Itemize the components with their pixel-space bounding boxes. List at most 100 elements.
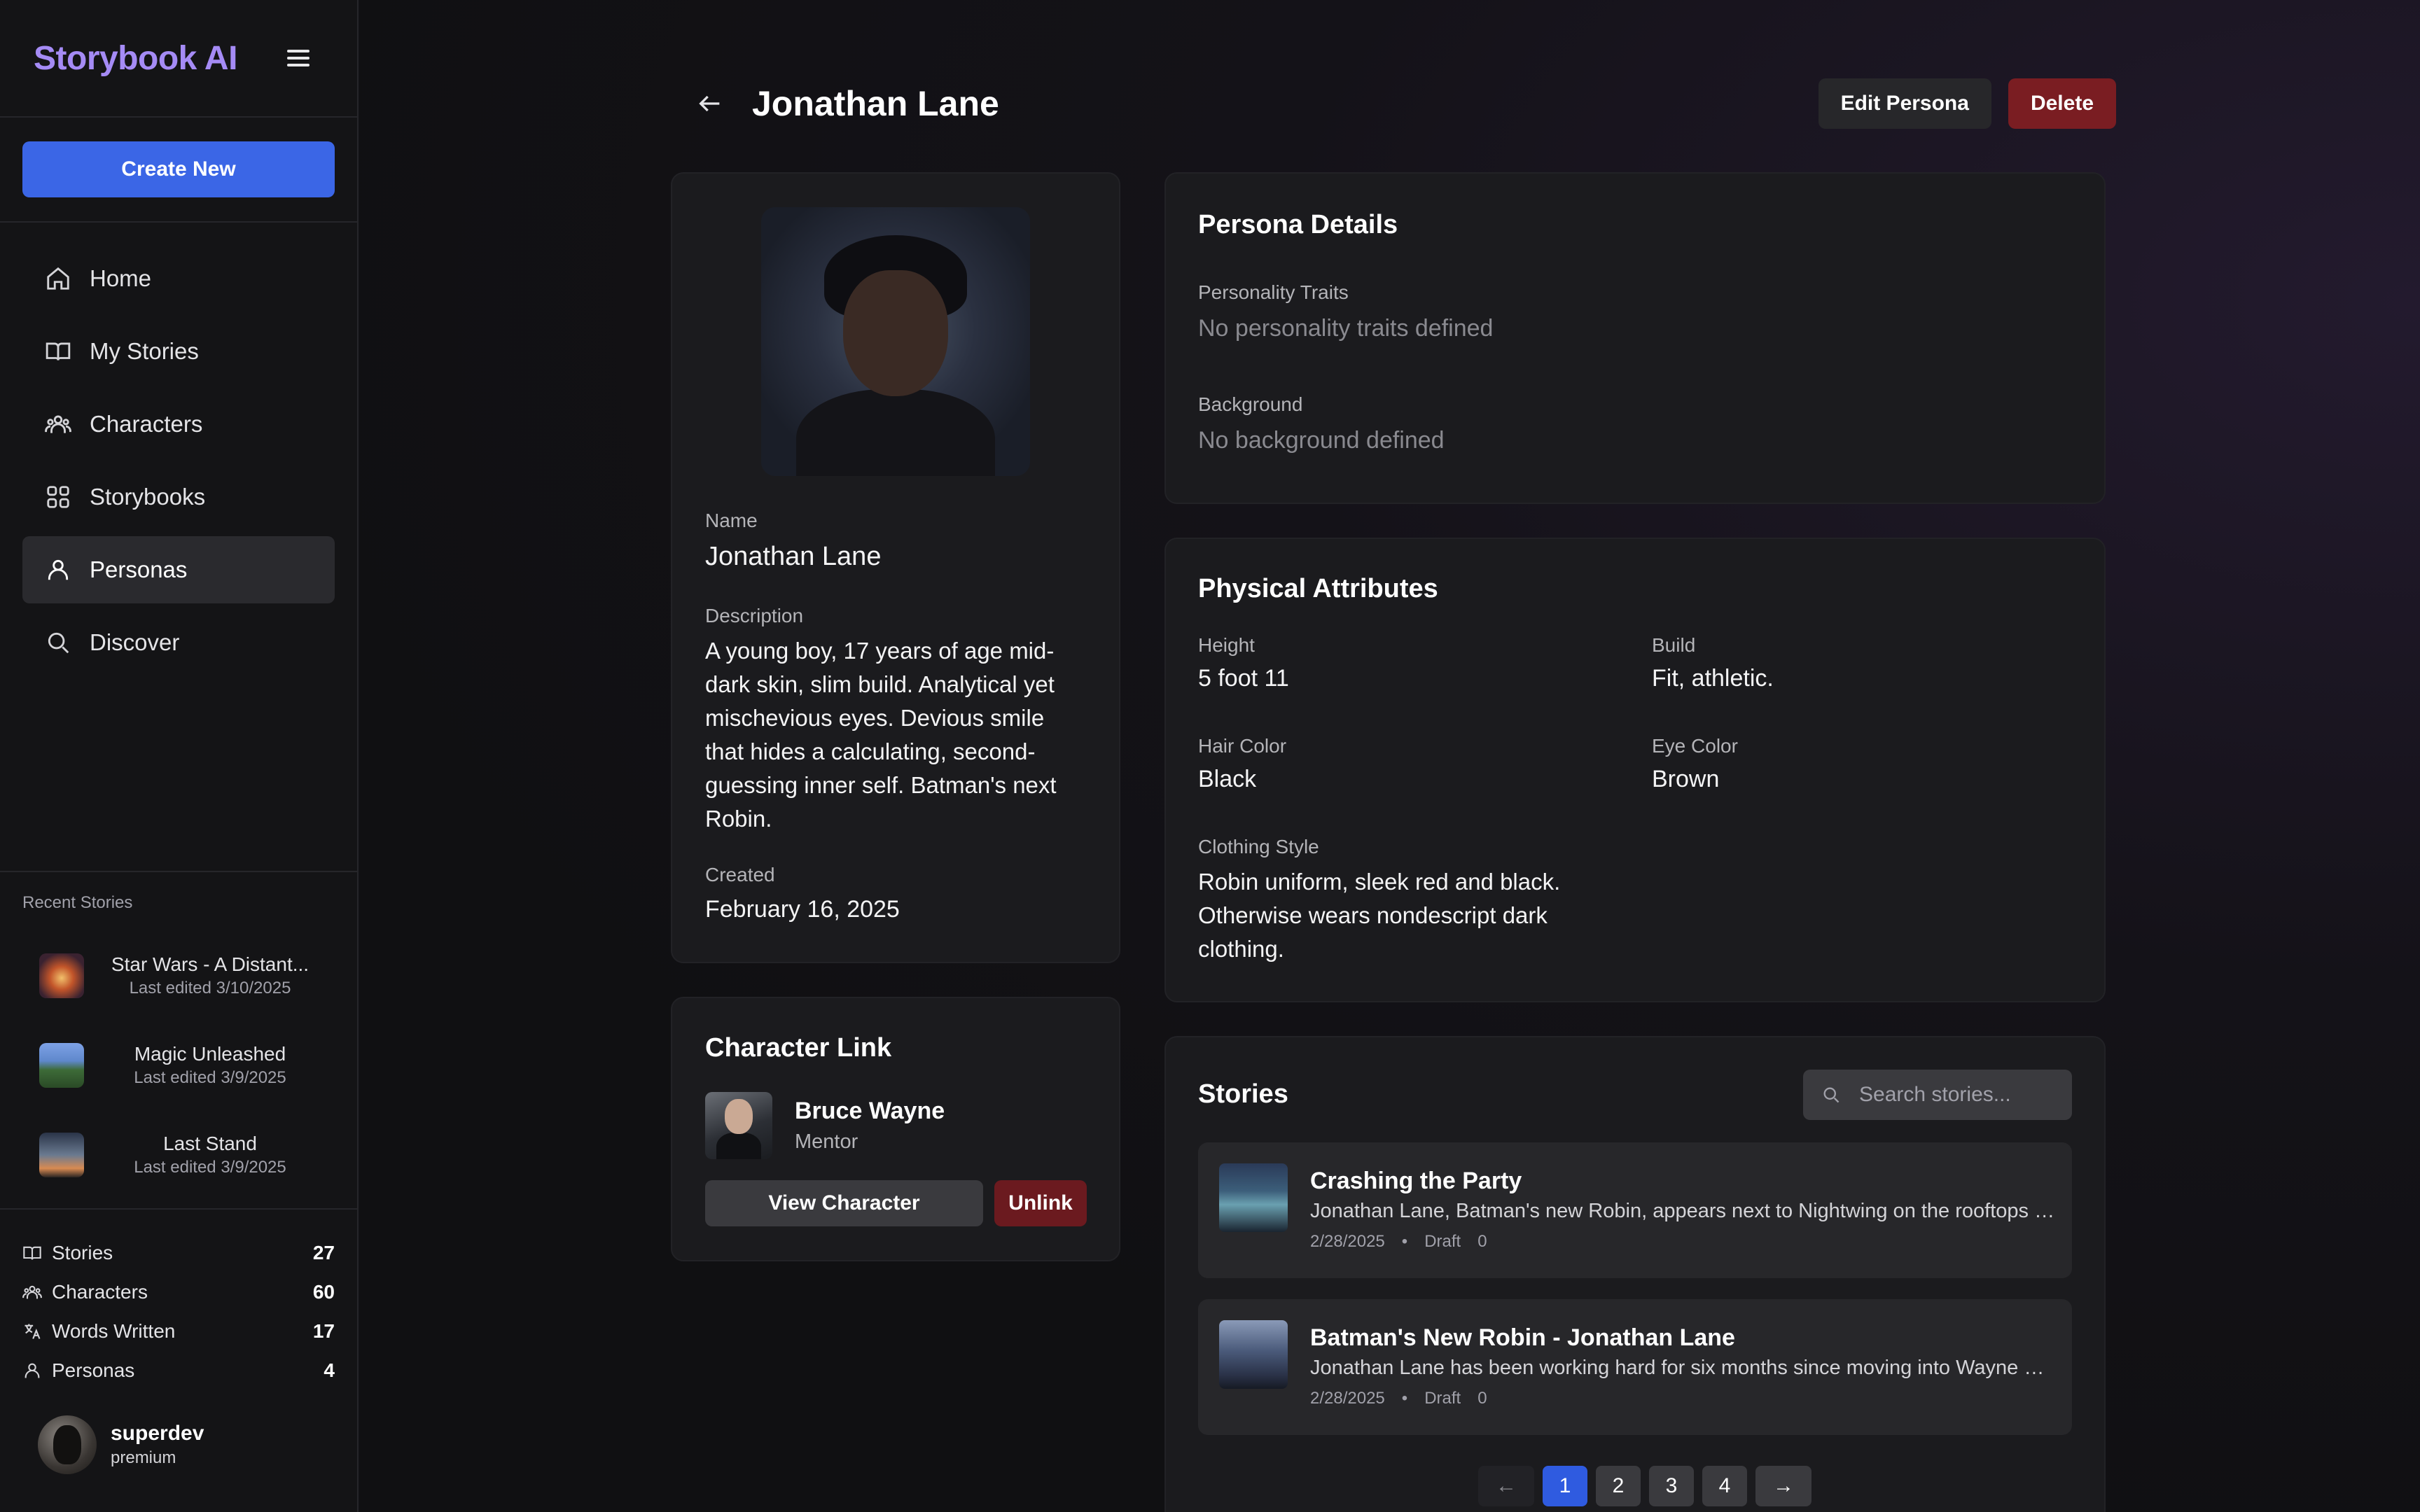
- meta-separator: •: [1401, 1232, 1408, 1251]
- stories-title: Stories: [1198, 1079, 1288, 1109]
- hair-color-label: Hair Color: [1198, 735, 1287, 757]
- user-profile[interactable]: superdev premium: [38, 1415, 204, 1474]
- nav-label: My Stories: [90, 338, 199, 364]
- story-item[interactable]: Crashing the Party Jonathan Lane, Batman…: [1198, 1142, 2072, 1278]
- user-plan: premium: [111, 1448, 176, 1467]
- character-link-title: Character Link: [705, 1033, 892, 1063]
- stat-value: 17: [312, 1320, 335, 1342]
- nav-item-home[interactable]: Home: [22, 245, 335, 312]
- grid-icon: [47, 486, 69, 508]
- avatar: [38, 1415, 97, 1474]
- create-section: Create New: [0, 118, 357, 223]
- users-icon: [45, 415, 71, 433]
- recent-story-item[interactable]: Last Stand Last edited 3/9/2025: [0, 1110, 357, 1200]
- physical-attributes-title: Physical Attributes: [1198, 574, 1438, 603]
- unlink-button[interactable]: Unlink: [994, 1180, 1087, 1226]
- clothing-style-label: Clothing Style: [1198, 836, 1319, 858]
- nav-label: Storybooks: [90, 484, 206, 510]
- build-label: Build: [1652, 634, 1696, 656]
- story-status: Draft: [1424, 1232, 1461, 1251]
- user-name: superdev: [111, 1422, 204, 1445]
- page-header: Jonathan Lane Edit Persona Delete: [675, 78, 2116, 129]
- menu-icon[interactable]: [287, 50, 310, 66]
- linked-character-name: Bruce Wayne: [795, 1098, 945, 1124]
- back-arrow-icon[interactable]: [696, 90, 724, 118]
- stat-label: Words Written: [52, 1320, 176, 1342]
- story-description: Jonathan Lane has been working hard for …: [1310, 1357, 2059, 1379]
- nav-label: Home: [90, 265, 152, 291]
- stat-stories: Stories 27: [22, 1233, 335, 1273]
- book-icon: [46, 342, 71, 360]
- user-icon: [48, 559, 69, 580]
- home-icon: [47, 267, 69, 290]
- hair-color-value: Black: [1198, 766, 1257, 792]
- story-thumbnail: [39, 953, 84, 998]
- story-title: Batman's New Robin - Jonathan Lane: [1310, 1324, 1735, 1351]
- page-button-1[interactable]: 1: [1543, 1466, 1587, 1506]
- recent-story-item[interactable]: Star Wars - A Distant... Last edited 3/1…: [0, 931, 357, 1021]
- personality-traits-value: No personality traits defined: [1198, 315, 1494, 342]
- recent-story-date: Last edited 3/9/2025: [134, 1068, 286, 1087]
- delete-button[interactable]: Delete: [2008, 78, 2116, 129]
- recent-story-item[interactable]: Magic Unleashed Last edited 3/9/2025: [0, 1021, 357, 1110]
- nav-item-characters[interactable]: Characters: [22, 391, 335, 458]
- story-item[interactable]: Batman's New Robin - Jonathan Lane Jonat…: [1198, 1299, 2072, 1435]
- persona-portrait: [761, 207, 1030, 476]
- eye-color-label: Eye Color: [1652, 735, 1738, 757]
- brand-logo[interactable]: Storybook AI: [34, 39, 237, 78]
- character-thumbnail: [705, 1092, 772, 1159]
- stat-value: 60: [312, 1281, 335, 1303]
- next-page-button[interactable]: →: [1755, 1466, 1811, 1506]
- description-label: Description: [705, 605, 804, 626]
- story-thumbnail: [39, 1133, 84, 1177]
- story-thumbnail: [39, 1043, 84, 1088]
- page-button-3[interactable]: 3: [1649, 1466, 1694, 1506]
- recent-story-name: Magic Unleashed: [134, 1043, 286, 1065]
- height-label: Height: [1198, 634, 1255, 656]
- height-value: 5 foot 11: [1198, 665, 1289, 692]
- clothing-style-value: Robin uniform, sleek red and black. Othe…: [1198, 869, 1561, 962]
- story-meta: 2/28/2025 • Draft 0: [1310, 1389, 1487, 1408]
- nav-item-my-stories[interactable]: My Stories: [22, 318, 335, 385]
- recent-story-name: Last Stand: [163, 1133, 257, 1154]
- nav-label: Personas: [90, 556, 188, 582]
- personality-traits-label: Personality Traits: [1198, 281, 1349, 303]
- story-title: Crashing the Party: [1310, 1168, 1522, 1194]
- edit-persona-button[interactable]: Edit Persona: [1818, 78, 1991, 129]
- recent-stories: Recent Stories Star Wars - A Distant... …: [0, 871, 357, 1200]
- linked-character[interactable]: Bruce Wayne Mentor: [705, 1092, 945, 1159]
- pagination: ← 1 2 3 4 →: [1478, 1466, 1811, 1506]
- story-status: Draft: [1424, 1389, 1461, 1408]
- persona-name: Jonathan Lane: [705, 542, 882, 571]
- story-count: 0: [1477, 1389, 1487, 1408]
- story-thumbnail: [1219, 1163, 1288, 1232]
- page-title: Jonathan Lane: [752, 84, 999, 123]
- nav-item-discover[interactable]: Discover: [22, 609, 335, 676]
- stat-label: Characters: [52, 1281, 148, 1303]
- recent-story-date: Last edited 3/10/2025: [129, 979, 291, 997]
- created-label: Created: [705, 864, 775, 886]
- stat-value: 4: [324, 1359, 335, 1381]
- story-meta: 2/28/2025 • Draft 0: [1310, 1232, 1487, 1252]
- eye-color-value: Brown: [1652, 766, 1720, 792]
- page-button-4[interactable]: 4: [1702, 1466, 1747, 1506]
- story-description: Jonathan Lane, Batman's new Robin, appea…: [1310, 1200, 2059, 1222]
- search-stories-box: [1803, 1070, 2072, 1120]
- nav-item-personas[interactable]: Personas: [22, 536, 335, 603]
- prev-page-button[interactable]: ←: [1478, 1466, 1534, 1506]
- user-icon: [25, 1363, 40, 1378]
- recent-story-date: Last edited 3/9/2025: [134, 1158, 286, 1177]
- story-date: 2/28/2025: [1310, 1232, 1385, 1251]
- page-button-2[interactable]: 2: [1596, 1466, 1641, 1506]
- view-character-button[interactable]: View Character: [705, 1180, 983, 1226]
- create-new-button[interactable]: Create New: [22, 141, 335, 197]
- stat-value: 27: [312, 1242, 335, 1264]
- created-date: February 16, 2025: [705, 896, 900, 923]
- stat-label: Personas: [52, 1359, 135, 1381]
- nav-item-storybooks[interactable]: Storybooks: [22, 463, 335, 531]
- stats-panel: Stories 27 Characters 60 Words Written 1…: [0, 1208, 357, 1390]
- background-label: Background: [1198, 393, 1303, 415]
- name-label: Name: [705, 510, 758, 531]
- search-stories-input[interactable]: [1859, 1083, 2041, 1107]
- nav-label: Discover: [90, 629, 180, 655]
